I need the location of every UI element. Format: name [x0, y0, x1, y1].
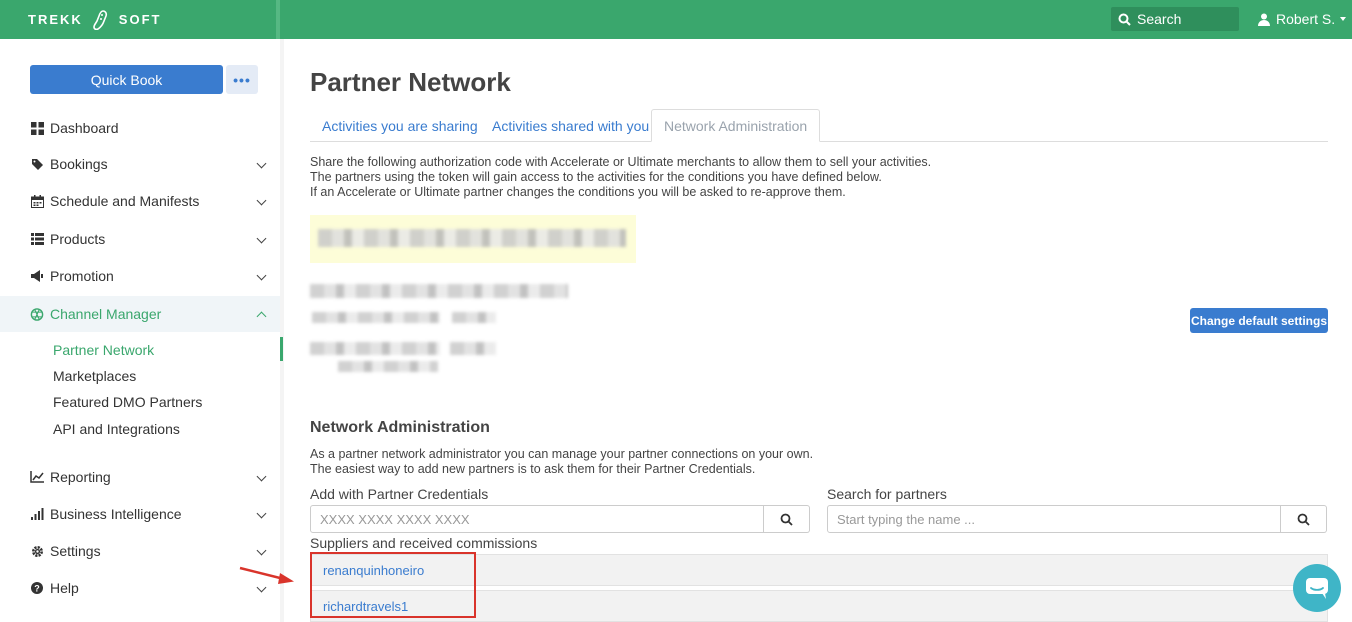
change-default-settings-button[interactable]: Change default settings — [1190, 308, 1328, 333]
search-partners-input-group: Start typing the name ... — [827, 505, 1327, 533]
blurred-text — [310, 284, 568, 298]
nav-dashboard[interactable]: Dashboard — [0, 110, 280, 146]
nav-label: Channel Manager — [50, 306, 162, 322]
nav-label: Promotion — [50, 268, 114, 284]
list-icon — [30, 232, 44, 246]
chevron-down-icon — [256, 270, 267, 281]
annotation-arrow-icon — [239, 566, 294, 584]
credentials-search-button[interactable] — [764, 505, 810, 533]
nav-channel-manager[interactable]: Channel Manager — [0, 296, 280, 332]
nav-bookings[interactable]: Bookings — [0, 146, 280, 182]
authorization-info: Share the following authorization code w… — [310, 155, 931, 200]
calendar-icon — [30, 194, 44, 208]
tag-icon — [30, 157, 44, 171]
user-name: Robert S. — [1276, 11, 1336, 27]
nav-label: Help — [50, 580, 79, 596]
blurred-text — [312, 312, 440, 323]
sub-featured-dmo-partners[interactable]: Featured DMO Partners — [53, 394, 202, 410]
chevron-up-icon — [256, 311, 267, 322]
tab-activities-sharing[interactable]: Activities you are sharing — [322, 109, 478, 142]
search-label: Search — [1137, 11, 1182, 27]
nav-business-intelligence[interactable]: Business Intelligence — [0, 496, 280, 532]
chat-icon — [1306, 578, 1328, 599]
megaphone-icon — [30, 269, 44, 283]
section-title: Network Administration — [310, 419, 490, 436]
search-partners-label: Search for partners — [827, 486, 947, 502]
section-line: As a partner network administrator you c… — [310, 447, 814, 461]
chevron-down-icon — [256, 545, 267, 556]
search-partners-input[interactable]: Start typing the name ... — [827, 505, 1281, 533]
search-icon — [1118, 13, 1131, 26]
search-icon — [1297, 513, 1310, 526]
blurred-text — [310, 342, 440, 355]
partner-credentials-input[interactable]: XXXX XXXX XXXX XXXX — [310, 505, 764, 533]
chat-button[interactable] — [1293, 564, 1341, 612]
network-icon — [30, 307, 44, 321]
info-line: If an Accelerate or Ultimate partner cha… — [310, 185, 846, 199]
quick-book-button[interactable]: Quick Book — [30, 65, 223, 94]
blurred-text — [338, 361, 438, 372]
more-options-button[interactable]: ••• — [226, 65, 258, 94]
search-icon — [780, 513, 793, 526]
nav-label: Schedule and Manifests — [50, 193, 200, 209]
authorization-token[interactable] — [310, 215, 636, 263]
nav-label: Products — [50, 231, 106, 247]
nav-promotion[interactable]: Promotion — [0, 258, 280, 294]
page-title: Partner Network — [310, 67, 511, 97]
chevron-down-icon — [256, 471, 267, 482]
sidebar: Quick Book ••• Dashboard Bookings Schedu… — [0, 39, 280, 622]
bar-chart-icon — [30, 507, 44, 521]
user-menu[interactable]: Robert S. — [1258, 11, 1347, 27]
section-line: The easiest way to add new partners is t… — [310, 462, 756, 476]
blurred-text — [452, 312, 496, 323]
caret-down-icon — [1340, 17, 1347, 21]
main-content: Partner Network Activities you are shari… — [284, 39, 1352, 622]
nav-products[interactable]: Products — [0, 221, 280, 257]
credentials-label: Add with Partner Credentials — [310, 486, 489, 502]
question-icon: ? — [30, 581, 44, 595]
blurred-text — [450, 342, 496, 355]
sub-partner-network[interactable]: Partner Network — [53, 342, 154, 358]
tab-network-administration[interactable]: Network Administration — [651, 109, 821, 142]
section-description: As a partner network administrator you c… — [310, 447, 813, 477]
annotation-highlight-box — [310, 552, 476, 618]
blurred-token — [318, 229, 626, 247]
nav-label: Reporting — [50, 469, 111, 485]
logo-text-left: TREKK — [28, 12, 83, 27]
partners-search-button[interactable] — [1281, 505, 1327, 533]
nav-label: Business Intelligence — [50, 506, 182, 522]
global-search[interactable]: Search — [1111, 7, 1239, 31]
nav-reporting[interactable]: Reporting — [0, 459, 280, 495]
sub-api-integrations[interactable]: API and Integrations — [53, 421, 180, 437]
line-chart-icon — [30, 470, 44, 484]
dashboard-icon — [30, 121, 44, 135]
nav-settings[interactable]: Settings — [0, 533, 280, 569]
nav-label: Settings — [50, 543, 101, 559]
tab-activities-shared[interactable]: Activities shared with you — [492, 109, 649, 142]
nav-label: Bookings — [50, 156, 108, 172]
top-bar: TREKK SOFT Search Robert S. — [0, 0, 1352, 39]
logo[interactable]: TREKK SOFT — [0, 0, 280, 39]
tabs: Activities you are sharing Activities sh… — [310, 109, 1328, 142]
chevron-down-icon — [256, 195, 267, 206]
active-nav-marker — [280, 337, 283, 361]
credentials-input-group: XXXX XXXX XXXX XXXX — [310, 505, 810, 533]
svg-text:?: ? — [34, 584, 40, 594]
chevron-down-icon — [256, 233, 267, 244]
user-icon — [1258, 13, 1270, 26]
info-line: Share the following authorization code w… — [310, 155, 932, 169]
chevron-down-icon — [256, 508, 267, 519]
sub-marketplaces[interactable]: Marketplaces — [53, 368, 136, 384]
gear-icon — [30, 544, 44, 558]
nav-schedule[interactable]: Schedule and Manifests — [0, 183, 280, 219]
shoe-logo-icon — [92, 9, 109, 30]
suppliers-label: Suppliers and received commissions — [310, 535, 538, 551]
chevron-down-icon — [256, 158, 267, 169]
info-line: The partners using the token will gain a… — [310, 170, 882, 184]
nav-label: Dashboard — [50, 120, 119, 136]
logo-text-right: SOFT — [118, 12, 162, 27]
